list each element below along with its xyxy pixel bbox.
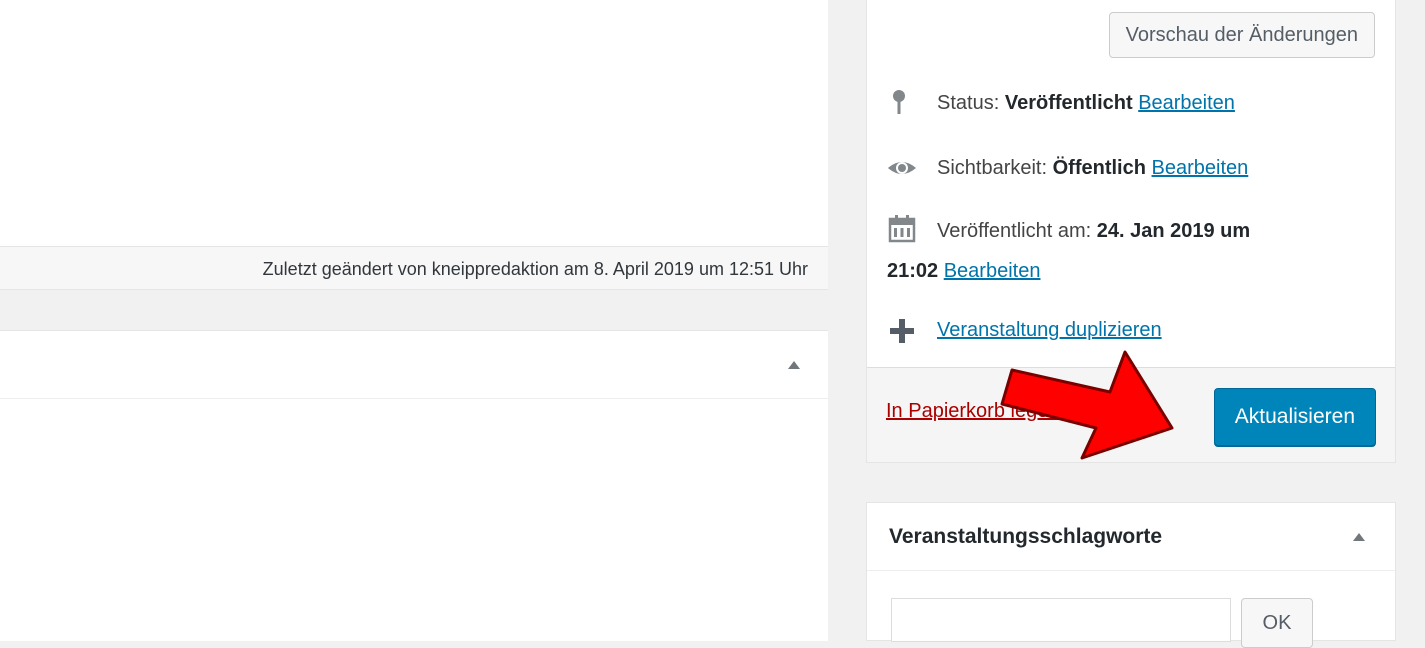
left-metabox-header[interactable] bbox=[0, 331, 828, 399]
duplicate-event-link[interactable]: Veranstaltung duplizieren bbox=[937, 319, 1162, 341]
right-gutter bbox=[1396, 0, 1425, 641]
tag-input[interactable] bbox=[891, 598, 1231, 642]
preview-changes-button[interactable]: Vorschau der Änderungen bbox=[1108, 12, 1375, 58]
visibility-label: Sichtbarkeit: bbox=[937, 157, 1048, 179]
edit-visibility-link[interactable]: Bearbeiten bbox=[1152, 157, 1249, 179]
visibility-value: Öffentlich bbox=[1052, 157, 1146, 179]
last-edit-text: Zuletzt geändert von kneippredaktion am … bbox=[262, 259, 808, 279]
event-tags-title: Veranstaltungsschlagworte bbox=[889, 525, 1163, 548]
calendar-icon bbox=[887, 214, 917, 244]
status-value: Veröffentlicht bbox=[1004, 92, 1133, 114]
published-time-value: 21:02 bbox=[887, 260, 939, 282]
status-row: Status: Veröffentlicht Bearbeiten bbox=[937, 86, 1235, 120]
published-date-row: Veröffentlicht am: 24. Jan 2019 um bbox=[937, 214, 1250, 248]
eye-icon bbox=[887, 153, 917, 183]
update-button[interactable]: Aktualisieren bbox=[1213, 388, 1376, 446]
edit-status-link[interactable]: Bearbeiten bbox=[1138, 92, 1235, 114]
published-label: Veröffentlicht am: bbox=[937, 220, 1092, 242]
published-date-value: 24. Jan 2019 um bbox=[1096, 220, 1251, 242]
editor-content-area bbox=[0, 0, 828, 246]
pin-icon bbox=[887, 88, 917, 118]
left-metabox bbox=[0, 330, 828, 641]
edit-date-link[interactable]: Bearbeiten bbox=[944, 260, 1041, 282]
event-tags-box: Veranstaltungsschlagworte OK bbox=[866, 502, 1396, 648]
collapse-arrow-icon[interactable] bbox=[788, 361, 800, 369]
visibility-row: Sichtbarkeit: Öffentlich Bearbeiten bbox=[937, 151, 1248, 185]
post-status-info-bar: Zuletzt geändert von kneippredaktion am … bbox=[0, 246, 828, 290]
collapse-arrow-icon[interactable] bbox=[1353, 533, 1365, 541]
plus-icon bbox=[887, 316, 917, 346]
status-label: Status: bbox=[937, 92, 1000, 114]
published-time-row: 21:02 Bearbeiten bbox=[887, 254, 1040, 288]
annotation-arrow-icon bbox=[1000, 350, 1174, 460]
event-tags-header[interactable]: Veranstaltungsschlagworte bbox=[867, 503, 1395, 571]
